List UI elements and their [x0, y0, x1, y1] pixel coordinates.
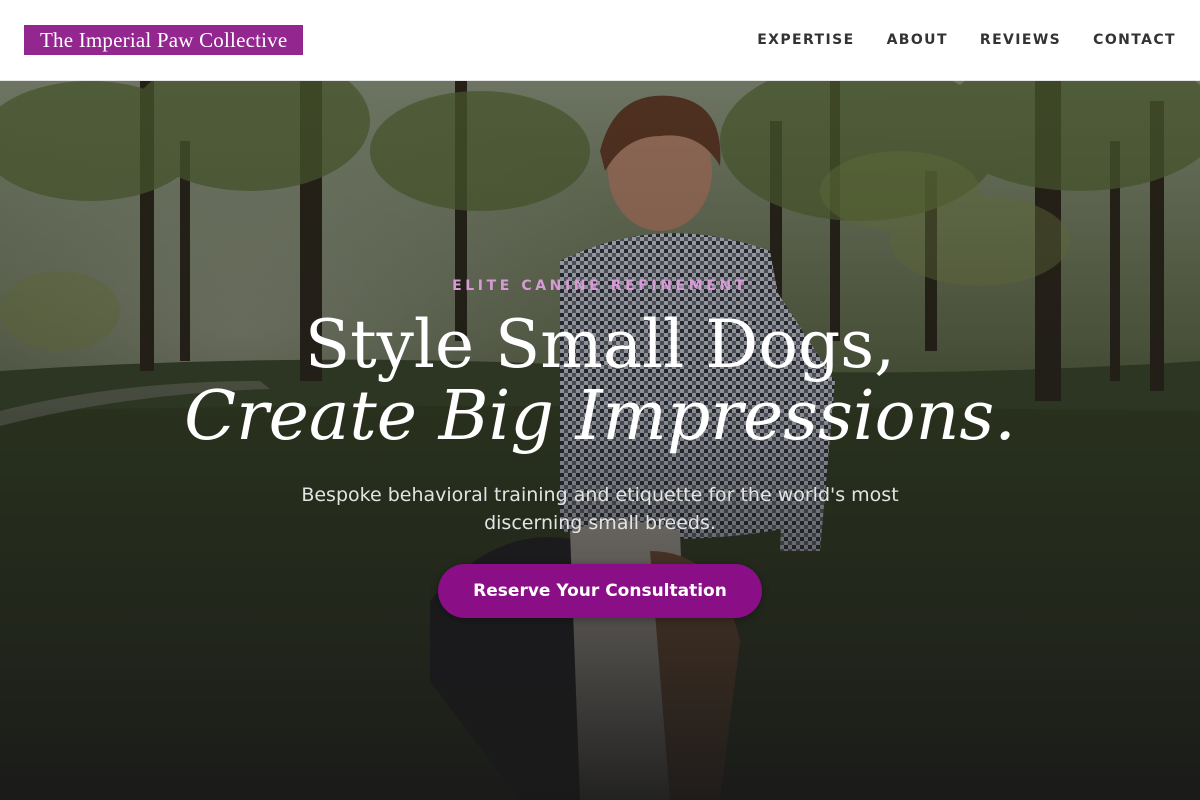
nav-link-contact[interactable]: CONTACT: [1093, 32, 1176, 48]
hero-headline-line2: Create Big Impressions.: [184, 377, 1016, 456]
hero-section: ELITE CANINE REFINEMENT Style Small Dogs…: [0, 81, 1200, 800]
nav-link-reviews[interactable]: REVIEWS: [980, 32, 1061, 48]
reserve-consultation-button[interactable]: Reserve Your Consultation: [438, 564, 762, 618]
nav-link-expertise[interactable]: EXPERTISE: [757, 32, 854, 48]
hero-headline: Style Small Dogs, Create Big Impressions…: [0, 309, 1200, 453]
site-header: The Imperial Paw Collective EXPERTISE AB…: [0, 0, 1200, 81]
hero-content: ELITE CANINE REFINEMENT Style Small Dogs…: [0, 81, 1200, 800]
main-nav: EXPERTISE ABOUT REVIEWS CONTACT: [757, 32, 1176, 48]
brand-logo[interactable]: The Imperial Paw Collective: [24, 25, 304, 55]
hero-headline-line1: Style Small Dogs,: [304, 306, 896, 383]
nav-link-about[interactable]: ABOUT: [887, 32, 948, 48]
hero-subhead: Bespoke behavioral training and etiquett…: [301, 484, 899, 534]
hero-eyebrow: ELITE CANINE REFINEMENT: [452, 278, 748, 294]
